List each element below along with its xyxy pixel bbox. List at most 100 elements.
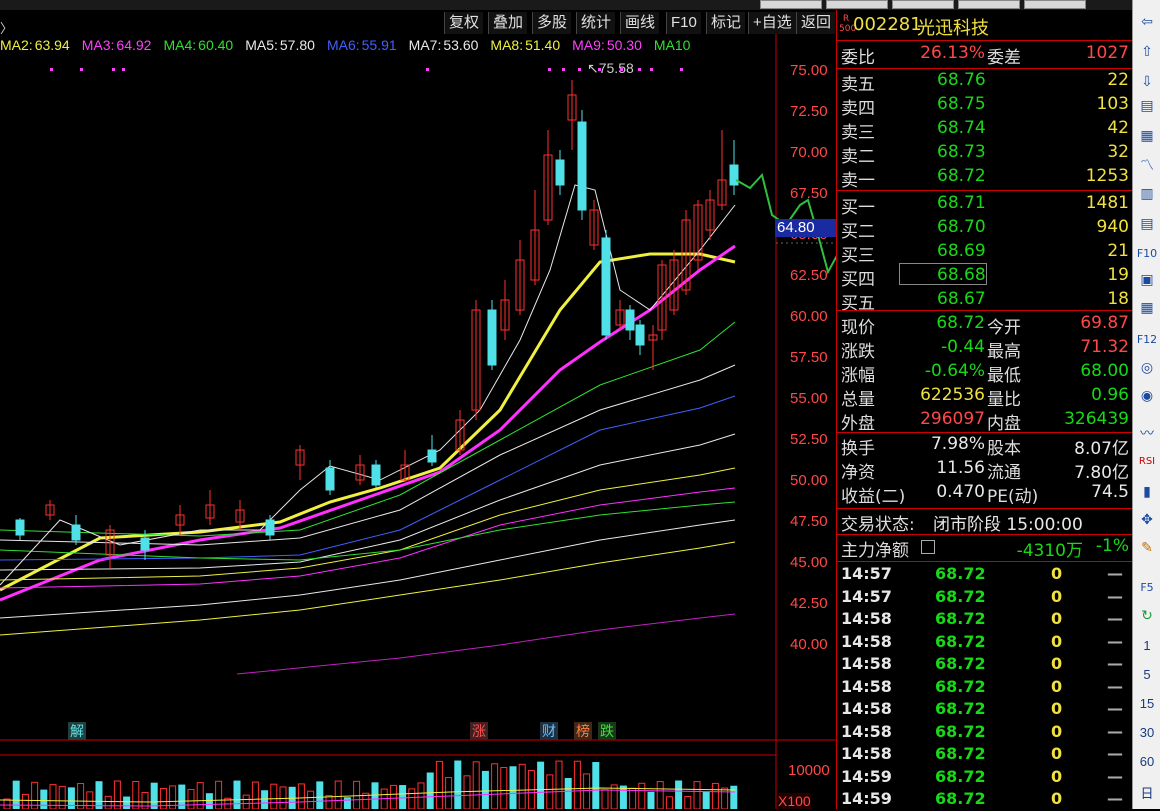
ma-legend-item: MA2: 63.94: [0, 37, 70, 53]
ask-row[interactable]: 卖四 68.75 103: [837, 94, 1133, 119]
f5-icon[interactable]: F5: [1136, 578, 1158, 598]
wave-icon[interactable]: 〰: [1136, 424, 1158, 444]
report-icon[interactable]: ▤: [1136, 96, 1158, 116]
pencil-icon[interactable]: ✎: [1136, 538, 1158, 558]
period-button[interactable]: 15: [1133, 696, 1160, 711]
gauge-icon[interactable]: ◎: [1136, 358, 1158, 378]
grid-icon[interactable]: ▦: [1136, 126, 1158, 146]
ma-legend-item: MA7: 53.60: [408, 37, 479, 53]
quote-row: 现价 68.72 今开 69.87: [841, 313, 1129, 338]
volume-bar: [95, 781, 103, 809]
toolbar-button[interactable]: 统计: [576, 12, 616, 34]
period-button[interactable]: 30: [1133, 725, 1160, 740]
volume-bar: [573, 760, 581, 809]
volume-bar: [555, 760, 563, 809]
bid-row[interactable]: 买二 68.70 940: [837, 217, 1133, 242]
move-icon[interactable]: ✥: [1136, 510, 1158, 530]
quote-row: 外盘 296097 内盘 326439: [841, 409, 1129, 434]
event-tag[interactable]: 财: [540, 722, 558, 740]
toolbar-button[interactable]: 返回: [796, 12, 836, 34]
table-icon[interactable]: ▤: [1136, 214, 1158, 234]
price-axis-label: 42.50: [790, 595, 828, 612]
volume-bar: [592, 762, 600, 809]
volume-bar: [454, 760, 462, 809]
top-tab[interactable]: [760, 0, 822, 9]
arrow-left-icon[interactable]: ⇦: [1136, 12, 1158, 32]
period-button[interactable]: 日: [1133, 783, 1160, 802]
refresh-icon[interactable]: ↻: [1136, 606, 1158, 626]
bid-row[interactable]: 买三 68.69 21: [837, 241, 1133, 266]
candlestick-chart[interactable]: [0, 10, 836, 809]
volume-bar: [647, 791, 655, 809]
candle-body: [71, 524, 81, 541]
list-icon[interactable]: [921, 540, 935, 554]
volume-bar: [629, 787, 637, 809]
top-tab[interactable]: [1024, 0, 1086, 9]
f12-icon[interactable]: F12: [1136, 330, 1158, 350]
marker-dot: [562, 68, 565, 71]
volume-bar: [675, 780, 683, 809]
marker-dot: [122, 68, 125, 71]
top-tab[interactable]: [826, 0, 888, 9]
volume-axis-top: 10000: [788, 762, 830, 779]
nav-arrow[interactable]: 〉: [0, 18, 13, 37]
volume-bar: [518, 763, 526, 809]
event-tag[interactable]: 榜: [574, 722, 592, 740]
ask-row[interactable]: 卖二 68.73 32: [837, 142, 1133, 167]
period-button[interactable]: 60: [1133, 754, 1160, 769]
volume-bar: [583, 773, 591, 809]
ask-row[interactable]: 卖三 68.74 42: [837, 118, 1133, 143]
volume-bar: [711, 782, 719, 809]
event-tag[interactable]: 跌: [598, 722, 616, 740]
marker-dot: [426, 68, 429, 71]
period-button[interactable]: 1: [1133, 638, 1160, 653]
stock-header: R 500 002281 光迅科技: [837, 12, 1133, 39]
candle-body: [325, 467, 335, 491]
stock-name: 光迅科技: [917, 18, 989, 39]
period-button[interactable]: 5: [1133, 667, 1160, 682]
tick-row: 14:58 68.72 0—: [841, 699, 1123, 718]
arrow-up-icon[interactable]: ⇧: [1136, 42, 1158, 62]
toolbar-button[interactable]: 复权: [444, 12, 484, 34]
price-axis-label: 55.00: [790, 390, 828, 407]
ask-row[interactable]: 卖一 68.72 1253: [837, 166, 1133, 191]
fundamental-row: 净资 11.56 流通 7.80亿: [841, 458, 1129, 483]
volume-bar: [389, 784, 397, 809]
marker-dot: [578, 68, 581, 71]
volume-bar: [463, 775, 471, 809]
top-tab[interactable]: [892, 0, 954, 9]
bid-row[interactable]: 买一 68.71 1481: [837, 193, 1133, 218]
candle-body: [577, 121, 587, 211]
top-tab[interactable]: [958, 0, 1020, 9]
toolbar-button[interactable]: +自选: [748, 12, 796, 34]
toolbar-button[interactable]: 画线: [620, 12, 660, 34]
arrow-down-icon[interactable]: ⇩: [1136, 72, 1158, 92]
f10-icon[interactable]: F10: [1136, 244, 1158, 264]
toolbar-button[interactable]: 标记: [706, 12, 746, 34]
toolbar-button[interactable]: F10: [666, 12, 701, 34]
news-icon[interactable]: ▣: [1136, 270, 1158, 290]
volume-bar: [343, 797, 351, 809]
finance-icon[interactable]: ▦: [1136, 298, 1158, 318]
kline-chart-area[interactable]: 〉: [0, 10, 836, 809]
tick-row: 14:58 68.72 0—: [841, 609, 1123, 628]
rsi-icon[interactable]: RSI: [1136, 452, 1158, 472]
event-tag[interactable]: 解: [68, 722, 86, 740]
bars-icon[interactable]: ▮: [1136, 482, 1158, 502]
event-tag[interactable]: 涨: [470, 722, 488, 740]
target-icon[interactable]: ◉: [1136, 386, 1158, 406]
volume-bar: [233, 780, 241, 809]
toolbar-button[interactable]: 多股: [532, 12, 572, 34]
line-chart-icon[interactable]: 〽: [1136, 156, 1158, 176]
tick-row: 14:58 68.72 0—: [841, 721, 1123, 741]
marker-dot: [650, 68, 653, 71]
volume-bar: [619, 785, 627, 809]
ask-row[interactable]: 卖五 68.76 22: [837, 70, 1133, 95]
fundamental-row: 收益(二) 0.470 PE(动) 74.5: [841, 482, 1129, 507]
toolbar-button[interactable]: 叠加: [488, 12, 528, 34]
bar-chart-icon[interactable]: ▥: [1136, 184, 1158, 204]
ma-legend-item: MA6: 55.91: [326, 37, 397, 53]
ma-legend-item: MA9: 50.30: [572, 37, 642, 53]
volume-bar: [417, 782, 425, 809]
volume-bar: [472, 761, 480, 809]
